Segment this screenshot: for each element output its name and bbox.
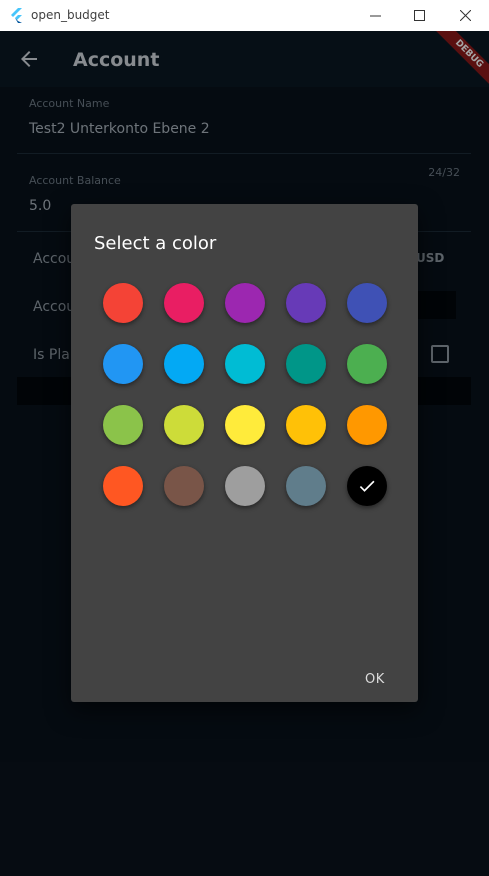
color-swatch[interactable] bbox=[286, 283, 326, 323]
color-swatch[interactable] bbox=[286, 344, 326, 384]
color-swatch[interactable] bbox=[103, 283, 143, 323]
color-swatch[interactable] bbox=[103, 344, 143, 384]
close-icon bbox=[459, 10, 471, 21]
color-swatch[interactable] bbox=[103, 466, 143, 506]
title-bar: open_budget bbox=[0, 0, 489, 31]
maximize-icon bbox=[413, 10, 425, 21]
color-swatch[interactable] bbox=[164, 344, 204, 384]
window-title: open_budget bbox=[31, 8, 110, 22]
ok-button[interactable]: OK bbox=[365, 672, 385, 687]
flutter-logo-icon bbox=[11, 8, 22, 23]
dialog-title: Select a color bbox=[94, 233, 217, 254]
color-swatch[interactable] bbox=[164, 405, 204, 445]
check-icon bbox=[359, 480, 375, 492]
color-swatch[interactable] bbox=[286, 405, 326, 445]
color-swatch[interactable] bbox=[225, 283, 265, 323]
color-swatch[interactable] bbox=[347, 283, 387, 323]
minimize-button[interactable] bbox=[352, 0, 398, 31]
color-swatch[interactable] bbox=[347, 405, 387, 445]
color-swatch[interactable] bbox=[347, 344, 387, 384]
color-swatch[interactable] bbox=[225, 405, 265, 445]
color-swatch[interactable] bbox=[103, 405, 143, 445]
color-swatch[interactable] bbox=[164, 283, 204, 323]
color-swatch[interactable] bbox=[347, 466, 387, 506]
color-picker-dialog: Select a color OK bbox=[71, 204, 418, 702]
color-swatch[interactable] bbox=[225, 466, 265, 506]
close-button[interactable] bbox=[442, 0, 488, 31]
maximize-button[interactable] bbox=[396, 0, 442, 31]
color-swatch[interactable] bbox=[164, 466, 204, 506]
color-swatch[interactable] bbox=[286, 466, 326, 506]
app-window: open_budget Account DEBUG Account Name T… bbox=[0, 0, 489, 876]
color-swatch[interactable] bbox=[225, 344, 265, 384]
minimize-icon bbox=[369, 15, 381, 17]
